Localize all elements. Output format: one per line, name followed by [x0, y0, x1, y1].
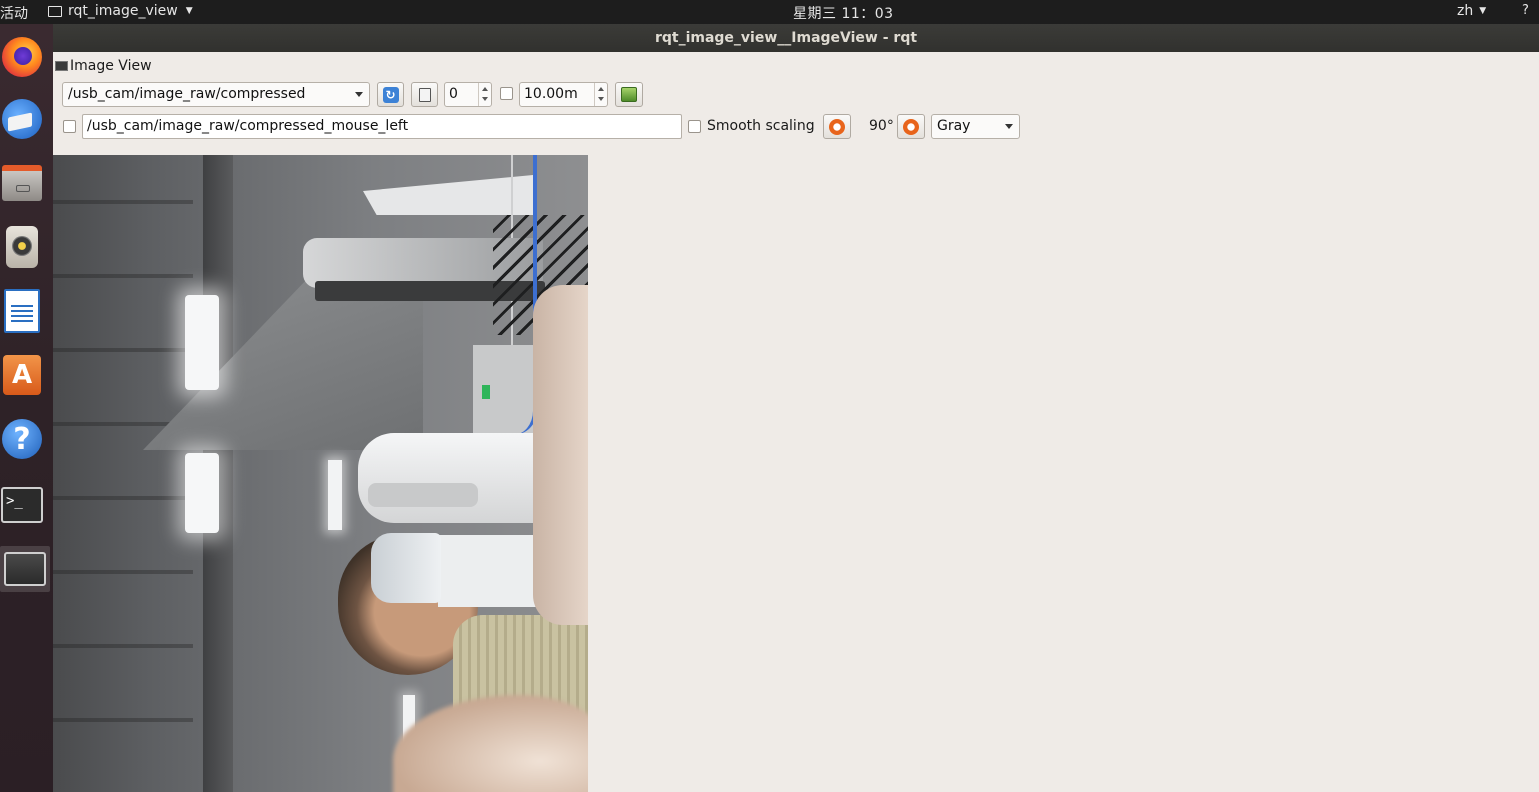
max-range-checkbox[interactable]	[500, 87, 513, 100]
camera-image-view[interactable]	[53, 155, 588, 792]
zoom-spinbox-value: 0	[449, 86, 458, 102]
rotate-left-icon	[829, 118, 845, 135]
arrow-up-icon	[598, 87, 604, 91]
dock-item-terminal[interactable]: >_	[0, 482, 44, 528]
mouse-topic-field[interactable]: /usb_cam/image_raw/compressed_mouse_left	[82, 114, 682, 139]
image-ceiling-light	[185, 295, 219, 390]
window-titlebar[interactable]: rqt_image_view__ImageView - rqt	[53, 24, 1539, 52]
terminal-icon: >_	[1, 487, 43, 523]
plugin-title-label: Image View	[70, 58, 152, 74]
window-icon	[48, 5, 62, 17]
image-hand	[533, 285, 588, 625]
smooth-scaling-checkbox[interactable]	[688, 120, 701, 133]
save-image-icon	[621, 87, 637, 102]
fit-zoom-icon	[418, 87, 431, 102]
zoom-fit-button[interactable]	[411, 82, 438, 107]
window-icon	[4, 552, 46, 586]
window-title: rqt_image_view__ImageView - rqt	[654, 30, 918, 46]
dock: A ? >_	[0, 24, 53, 792]
dock-item-rqt[interactable]	[0, 546, 50, 592]
arrow-down-icon	[598, 97, 604, 101]
image-ceiling-light	[328, 460, 342, 530]
activities-button[interactable]: 活动	[0, 3, 28, 23]
color-scheme-select[interactable]: Gray	[931, 114, 1020, 139]
color-scheme-value: Gray	[937, 118, 971, 134]
image-led	[482, 385, 490, 399]
mouse-publish-checkbox[interactable]	[63, 120, 76, 133]
image-ceiling-texture	[53, 155, 193, 792]
dock-item-writer[interactable]	[0, 288, 44, 334]
app-menu-label: rqt_image_view	[68, 3, 178, 19]
arrow-down-icon	[482, 97, 488, 101]
files-icon	[2, 165, 42, 201]
dock-item-software[interactable]: A	[0, 352, 44, 398]
spin-arrows[interactable]	[594, 83, 607, 106]
image-bottle-cap	[371, 533, 441, 603]
rotate-right-button[interactable]	[897, 114, 925, 139]
image-finger	[393, 695, 588, 792]
document-icon	[4, 289, 40, 333]
rotate-left-button[interactable]	[823, 114, 851, 139]
clock[interactable]: 星期三 11：03	[793, 3, 894, 23]
dock-item-rhythmbox[interactable]	[0, 224, 44, 270]
dock-item-thunderbird[interactable]	[0, 96, 44, 142]
mouse-topic-value: /usb_cam/image_raw/compressed_mouse_left	[87, 118, 409, 134]
smooth-scaling-label[interactable]: Smooth scaling	[707, 118, 815, 134]
save-image-button[interactable]	[615, 82, 643, 107]
system-top-bar: 活动 rqt_image_view ▼ 星期三 11：03 zh ▼ ?	[0, 0, 1539, 24]
refresh-icon: ↻	[382, 86, 399, 103]
refresh-topics-button[interactable]: ↻	[377, 82, 404, 107]
zoom-spinbox[interactable]: 0	[444, 82, 492, 107]
system-menu[interactable]: ?	[1522, 3, 1529, 18]
app-menu[interactable]: rqt_image_view ▼	[48, 3, 193, 19]
arrow-up-icon	[482, 87, 488, 91]
rotate-right-icon	[903, 118, 919, 135]
chevron-down-icon	[1005, 124, 1013, 129]
max-range-spinbox[interactable]: 10.00m	[519, 82, 608, 107]
chevron-down-icon	[355, 92, 363, 97]
input-method-indicator[interactable]: zh ▼	[1457, 3, 1486, 19]
spin-arrows[interactable]	[478, 83, 491, 106]
chevron-down-icon: ▼	[1479, 6, 1487, 16]
speaker-icon	[6, 226, 38, 268]
help-icon: ?	[2, 419, 42, 459]
chevron-down-icon: ▼	[185, 6, 193, 16]
dock-item-help[interactable]: ?	[0, 416, 44, 462]
topic-select[interactable]: /usb_cam/image_raw/compressed	[62, 82, 370, 107]
mail-icon	[2, 99, 42, 139]
max-range-spinbox-value: 10.00m	[524, 86, 578, 102]
rotation-label: 90°	[869, 118, 894, 134]
image-ceiling-light	[185, 453, 219, 533]
input-lang-label: zh	[1457, 3, 1474, 19]
dock-item-files[interactable]	[0, 160, 44, 206]
store-icon: A	[3, 355, 41, 395]
topic-select-value: /usb_cam/image_raw/compressed	[68, 86, 306, 102]
rqt-client-area: Image View /usb_cam/image_raw/compressed…	[53, 52, 1539, 792]
image-kettle-handle	[368, 483, 478, 507]
dock-widget-icon	[55, 61, 68, 71]
plugin-title[interactable]: Image View	[55, 58, 152, 74]
